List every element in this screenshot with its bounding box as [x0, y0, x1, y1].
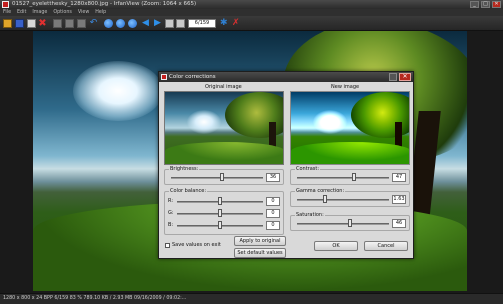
- preview-sun: [187, 110, 221, 134]
- blue-slider-thumb[interactable]: [218, 221, 222, 229]
- dialog-minimize-button[interactable]: [389, 73, 397, 81]
- new-image-label: New image: [331, 84, 360, 90]
- green-slider-thumb[interactable]: [218, 209, 222, 217]
- color-corrections-dialog: Color corrections ✕ Original image New i…: [158, 71, 414, 259]
- gamma-group: Gamma correction: 1.63: [290, 188, 410, 207]
- green-label: G:: [168, 210, 174, 216]
- gamma-label: Gamma correction:: [295, 188, 346, 194]
- saturation-label: Saturation:: [295, 212, 325, 218]
- delete-icon[interactable]: ✖: [38, 19, 47, 29]
- contrast-group: Contrast: 47: [290, 166, 410, 185]
- menu-edit[interactable]: Edit: [17, 9, 26, 16]
- original-image-preview: [164, 91, 284, 165]
- green-value[interactable]: 0: [266, 209, 280, 218]
- menu-file[interactable]: File: [3, 9, 11, 16]
- red-label: R:: [168, 198, 174, 204]
- saturation-value[interactable]: 46: [392, 219, 406, 228]
- brightness-value[interactable]: 36: [266, 173, 280, 182]
- menu-options[interactable]: Options: [53, 9, 72, 16]
- brightness-label: Brightness:: [169, 166, 200, 172]
- dialog-close-button[interactable]: ✕: [399, 73, 411, 81]
- save-values-label: Save values on exit: [172, 242, 221, 248]
- new-image-preview: [290, 91, 410, 165]
- toolbar: ✖ ↶ ◀ ▶ 6/159 ✱ ✗: [0, 16, 503, 31]
- next-icon[interactable]: ▶: [153, 19, 162, 28]
- blue-label: B:: [168, 222, 174, 228]
- saturation-slider-track[interactable]: [297, 223, 389, 225]
- print-icon[interactable]: [27, 19, 36, 28]
- sun-glow: [73, 61, 163, 121]
- saturation-group: Saturation: 46: [290, 212, 410, 231]
- tools-icon[interactable]: ✱: [220, 19, 229, 28]
- contrast-slider-track[interactable]: [297, 177, 389, 179]
- apply-to-original-button[interactable]: Apply to original: [234, 236, 286, 246]
- set-default-values-button[interactable]: Set default values: [234, 248, 286, 258]
- color-balance-label: Color balance:: [169, 188, 208, 194]
- gamma-value[interactable]: 1.63: [392, 195, 406, 204]
- status-bar: 1280 x 800 x 24 BPP 6/159 83 % 789.10 KB…: [0, 293, 503, 304]
- zoom-reset-icon[interactable]: [128, 19, 137, 28]
- cut-icon[interactable]: [53, 19, 62, 28]
- previous-icon[interactable]: ◀: [141, 19, 150, 28]
- paste-icon[interactable]: [77, 19, 86, 28]
- dialog-app-icon: [161, 74, 167, 80]
- preview-grass: [291, 142, 409, 164]
- window-controls: _ □ ✕: [470, 1, 501, 8]
- contrast-value[interactable]: 47: [392, 173, 406, 182]
- menu-image[interactable]: Image: [32, 9, 47, 16]
- preview-grass: [165, 142, 283, 164]
- fullscreen-icon[interactable]: [176, 19, 185, 28]
- cancel-button[interactable]: Cancel: [364, 241, 408, 251]
- blue-value[interactable]: 0: [266, 221, 280, 230]
- menu-bar: File Edit Image Options View Help: [0, 9, 503, 16]
- original-image-label: Original image: [205, 84, 242, 90]
- dialog-titlebar: Color corrections ✕: [159, 72, 413, 82]
- contrast-slider-thumb[interactable]: [352, 173, 357, 181]
- exit-icon[interactable]: ✗: [232, 19, 241, 28]
- menu-help[interactable]: Help: [95, 9, 106, 16]
- dialog-title: Color corrections: [169, 74, 216, 80]
- color-balance-group: Color balance: R: 0 G: 0 B: 0: [164, 188, 284, 235]
- contrast-label: Contrast:: [295, 166, 321, 172]
- save-values-checkbox[interactable]: [165, 243, 170, 248]
- minimize-button[interactable]: _: [470, 1, 479, 8]
- brightness-slider-track[interactable]: [171, 177, 263, 179]
- menu-view[interactable]: View: [78, 9, 89, 16]
- maximize-button[interactable]: □: [481, 1, 490, 8]
- copy-icon[interactable]: [65, 19, 74, 28]
- fit-icon[interactable]: [165, 19, 174, 28]
- zoom-out-icon[interactable]: [116, 19, 125, 28]
- gamma-slider-track[interactable]: [297, 199, 389, 201]
- undo-icon[interactable]: ↶: [89, 19, 98, 28]
- zoom-in-icon[interactable]: [104, 19, 113, 28]
- preview-sun: [313, 110, 347, 134]
- brightness-slider-thumb[interactable]: [219, 173, 224, 181]
- page-counter[interactable]: 6/159: [188, 19, 216, 28]
- window-title: 01527_eyeletthesky_1280x800.jpg - IrfanV…: [12, 1, 197, 7]
- saturation-slider-thumb[interactable]: [348, 219, 353, 227]
- close-button[interactable]: ✕: [492, 1, 501, 8]
- irfanview-app-icon[interactable]: [2, 1, 9, 8]
- save-icon[interactable]: [15, 19, 24, 28]
- folder-open-icon[interactable]: [3, 19, 12, 28]
- red-value[interactable]: 0: [266, 197, 280, 206]
- window-titlebar: 01527_eyeletthesky_1280x800.jpg - IrfanV…: [0, 0, 503, 9]
- brightness-group: Brightness: 36: [164, 166, 284, 185]
- ok-button[interactable]: OK: [314, 241, 358, 251]
- gamma-slider-thumb[interactable]: [322, 195, 327, 203]
- red-slider-thumb[interactable]: [218, 197, 222, 205]
